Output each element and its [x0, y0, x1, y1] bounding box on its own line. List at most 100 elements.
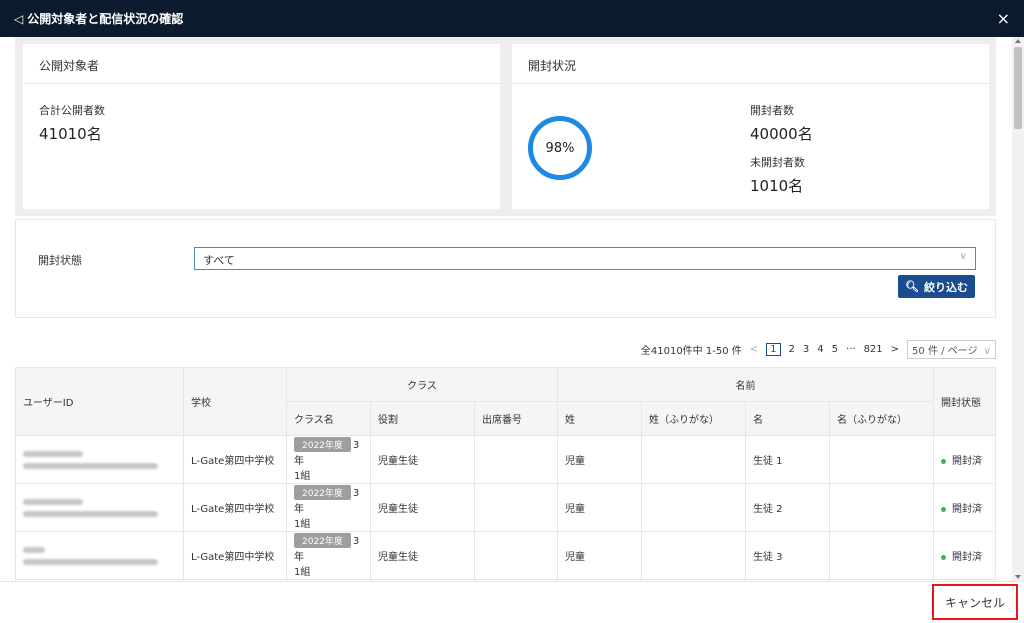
- page-5[interactable]: 5: [832, 344, 838, 355]
- col-seat-number: 出席番号: [474, 401, 558, 436]
- role-cell: 児童生徒: [370, 531, 475, 580]
- filter-button-label: 絞り込む: [923, 280, 968, 294]
- total-audience-value: 41010名: [39, 125, 102, 143]
- opened-count-label: 開封者数: [750, 104, 794, 117]
- open-status-card-title: 開封状況: [512, 44, 989, 84]
- year-badge: 2022年度: [294, 485, 351, 500]
- audience-card-title: 公開対象者: [23, 44, 500, 84]
- open-status-card: 開封状況 98% 開封者数 40000名 未開封者数 1010名: [512, 44, 989, 209]
- total-audience-label: 合計公開者数: [39, 104, 105, 117]
- first-name-kana-cell: [829, 483, 934, 532]
- page-1[interactable]: 1: [766, 342, 781, 356]
- col-user-id: ユーザーID: [15, 367, 184, 436]
- role-cell: 児童生徒: [370, 435, 475, 484]
- school-cell: L-Gate第四中学校: [183, 531, 287, 580]
- redacted-user-id: [23, 546, 45, 553]
- seat-number-cell: [474, 531, 558, 580]
- open-status-cell: 開封済: [933, 435, 996, 484]
- page-2[interactable]: 2: [789, 344, 795, 355]
- user-id-cell: [15, 531, 184, 580]
- col-open-status: 開封状態: [933, 367, 996, 436]
- last-name-kana-cell: [641, 531, 746, 580]
- class-text: 1組: [294, 471, 311, 482]
- scroll-down-icon[interactable]: [1015, 575, 1021, 579]
- unopened-count-value: 1010名: [750, 177, 804, 195]
- seat-number-cell: [474, 435, 558, 484]
- redacted-email: [23, 558, 158, 565]
- redacted-email: [23, 462, 158, 469]
- table-row: L-Gate第四中学校 2022年度 3年 1組 児童生徒 児童 生徒 2 開封済: [15, 483, 996, 532]
- col-role: 役割: [370, 401, 475, 436]
- class-cell: 2022年度 3年 1組: [286, 531, 371, 580]
- next-page-button[interactable]: >: [891, 344, 899, 355]
- chevron-down-icon: ∨: [959, 251, 967, 262]
- filter-button[interactable]: 🔍︎ 絞り込む: [898, 275, 975, 298]
- vertical-scrollbar[interactable]: [1012, 37, 1024, 581]
- first-name-cell: 生徒 3: [745, 531, 830, 580]
- col-class-name: クラス名: [286, 401, 371, 436]
- col-group-name: 名前: [557, 367, 934, 402]
- prev-page-button[interactable]: <: [750, 344, 758, 355]
- col-last-name: 姓: [557, 401, 642, 436]
- status-dot-icon: [941, 554, 946, 560]
- summary-section: 公開対象者 合計公開者数 41010名 開封状況 98% 開封者数 40000名…: [15, 37, 996, 216]
- scroll-up-icon[interactable]: [1015, 39, 1021, 43]
- redacted-user-id: [23, 450, 83, 457]
- open-rate-ring: 98%: [528, 116, 592, 180]
- filter-section: 開封状態 すべて ∨ 🔍︎ 絞り込む: [15, 219, 996, 318]
- search-icon: 🔍︎: [905, 280, 919, 293]
- dialog-footer: キャンセル: [0, 581, 1024, 623]
- last-name-cell: 児童: [557, 531, 642, 580]
- class-cell: 2022年度 3年 1組: [286, 483, 371, 532]
- status-text: 開封済: [952, 456, 982, 467]
- back-icon[interactable]: ◁: [14, 12, 23, 26]
- last-name-cell: 児童: [557, 435, 642, 484]
- page-size-select[interactable]: 50 件 / ページ ∨: [907, 339, 996, 359]
- last-name-cell: 児童: [557, 483, 642, 532]
- unopened-count-label: 未開封者数: [750, 156, 805, 169]
- audience-card: 公開対象者 合計公開者数 41010名: [23, 44, 500, 209]
- open-status-select[interactable]: すべて ∨: [194, 247, 976, 270]
- open-rate-value: 98%: [545, 140, 575, 156]
- user-id-cell: [15, 435, 184, 484]
- year-badge: 2022年度: [294, 437, 351, 452]
- close-icon[interactable]: ×: [997, 9, 1010, 28]
- status-dot-icon: [941, 506, 946, 512]
- scrollbar-thumb[interactable]: [1014, 47, 1022, 129]
- page-3[interactable]: 3: [803, 344, 809, 355]
- seat-number-cell: [474, 483, 558, 532]
- last-name-kana-cell: [641, 483, 746, 532]
- open-status-select-value: すべて: [203, 254, 235, 267]
- status-text: 開封済: [952, 504, 982, 515]
- open-status-cell: 開封済: [933, 531, 996, 580]
- col-last-name-kana: 姓（ふりがな）: [641, 401, 746, 436]
- user-id-cell: [15, 483, 184, 532]
- page-ellipsis[interactable]: ···: [846, 344, 856, 355]
- pagination: 全41010件中 1-50 件 < 1 2 3 4 5 ··· 821 > 50…: [633, 339, 996, 359]
- first-name-cell: 生徒 1: [745, 435, 830, 484]
- year-badge: 2022年度: [294, 533, 351, 548]
- table-row: L-Gate第四中学校 2022年度 3年 1組 児童生徒 児童 生徒 3 開封済: [15, 531, 996, 580]
- first-name-kana-cell: [829, 435, 934, 484]
- chevron-down-icon: ∨: [983, 345, 991, 357]
- col-first-name-kana: 名（ふりがな）: [829, 401, 934, 436]
- col-first-name: 名: [745, 401, 830, 436]
- role-cell: 児童生徒: [370, 483, 475, 532]
- dialog-title: 公開対象者と配信状況の確認: [27, 12, 184, 26]
- class-cell: 2022年度 3年 1組: [286, 435, 371, 484]
- col-group-class: クラス: [286, 367, 558, 402]
- open-status-cell: 開封済: [933, 483, 996, 532]
- pagination-summary: 全41010件中 1-50 件: [640, 345, 742, 357]
- first-name-cell: 生徒 2: [745, 483, 830, 532]
- cancel-button[interactable]: キャンセル: [932, 584, 1018, 620]
- status-text: 開封済: [952, 552, 982, 563]
- redacted-user-id: [23, 498, 83, 505]
- class-text: 1組: [294, 567, 311, 578]
- open-status-filter-label: 開封状態: [38, 254, 82, 267]
- redacted-email: [23, 510, 158, 517]
- recipients-table: ユーザーID 学校 クラス 名前 開封状態 クラス名 役割 出席番号 姓 姓（ふ…: [15, 367, 996, 581]
- page-4[interactable]: 4: [817, 344, 823, 355]
- school-cell: L-Gate第四中学校: [183, 483, 287, 532]
- page-821[interactable]: 821: [864, 344, 883, 355]
- school-cell: L-Gate第四中学校: [183, 435, 287, 484]
